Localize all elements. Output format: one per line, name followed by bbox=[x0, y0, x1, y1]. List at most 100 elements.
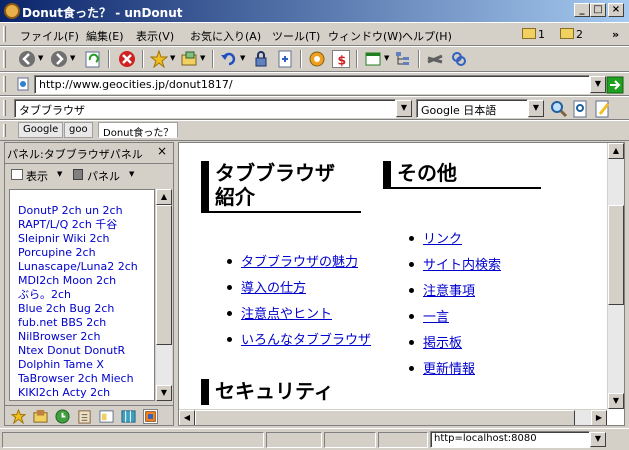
undo-dropdown-icon[interactable]: ▼ bbox=[240, 54, 245, 62]
list-item[interactable]: MDI2ch Moon 2ch bbox=[18, 274, 154, 288]
folder-icon[interactable] bbox=[560, 28, 574, 39]
list-item[interactable]: TaBrowser 2ch Miech bbox=[18, 372, 154, 386]
window-list-icon[interactable] bbox=[364, 50, 382, 68]
tab-goo[interactable]: goo bbox=[64, 122, 93, 138]
group-icon[interactable] bbox=[180, 50, 198, 68]
menu-edit[interactable]: 編集(E) bbox=[86, 28, 124, 44]
back-icon[interactable] bbox=[18, 50, 36, 68]
window-list-dropdown-icon[interactable]: ▼ bbox=[384, 54, 389, 62]
forward-dropdown-icon[interactable]: ▼ bbox=[70, 54, 75, 62]
panel-icon[interactable] bbox=[73, 169, 83, 180]
history-icon[interactable] bbox=[55, 409, 70, 424]
link-comment[interactable]: 一言 bbox=[423, 306, 449, 325]
list-item[interactable]: DonutP 2ch un 2ch bbox=[18, 204, 154, 218]
list-item[interactable]: RAPT/L/Q 2ch 千谷 bbox=[18, 218, 154, 232]
content-vertical-scrollbar[interactable]: ▲ ▼ bbox=[607, 143, 624, 409]
scroll-left-icon[interactable]: ◀ bbox=[179, 410, 195, 425]
forward-icon[interactable] bbox=[50, 50, 68, 68]
tab-google[interactable]: Google bbox=[18, 122, 64, 138]
scroll-right-icon[interactable]: ▶ bbox=[591, 410, 607, 425]
maximize-button[interactable]: □ bbox=[590, 3, 606, 17]
chevron-more-icon[interactable]: » bbox=[612, 28, 619, 41]
search-engine-dropdown-icon[interactable]: ▼ bbox=[528, 100, 544, 117]
search-engine-select[interactable]: Google 日本語 bbox=[416, 99, 528, 118]
panel-scroll-thumb[interactable] bbox=[156, 205, 172, 345]
link-updates[interactable]: 更新情報 bbox=[423, 358, 475, 377]
favorites-dropdown-icon[interactable]: ▼ bbox=[170, 54, 175, 62]
page-refresh-icon[interactable] bbox=[276, 50, 294, 68]
tab-donut[interactable]: Donut食った？ bbox=[98, 122, 179, 139]
list-item[interactable]: Dolphin Tame X bbox=[18, 358, 154, 372]
scroll-up-icon[interactable]: ▲ bbox=[608, 143, 624, 159]
favorites-star-icon[interactable] bbox=[11, 409, 26, 424]
content-hscroll-thumb[interactable] bbox=[195, 410, 575, 425]
list-item[interactable]: KIKI2ch Acty 2ch bbox=[18, 386, 154, 400]
view-icon[interactable] bbox=[11, 169, 23, 180]
link-tips[interactable]: 注意点やヒント bbox=[241, 303, 332, 322]
scroll-up-icon[interactable]: ▲ bbox=[156, 189, 172, 205]
menu-favorites[interactable]: お気に入り(A) bbox=[190, 28, 261, 44]
close-button[interactable]: × bbox=[608, 3, 624, 17]
highlight-icon[interactable] bbox=[594, 100, 612, 118]
lock-icon[interactable] bbox=[252, 50, 270, 68]
link-various-browsers[interactable]: いろんなタブブラウザ bbox=[241, 329, 371, 348]
list-item[interactable]: Sleipnir Wiki 2ch bbox=[18, 232, 154, 246]
link-notes[interactable]: 注意事項 bbox=[423, 280, 475, 299]
back-dropdown-icon[interactable]: ▼ bbox=[38, 54, 43, 62]
proxy-dropdown-icon[interactable]: ▼ bbox=[590, 432, 606, 447]
script-panel-icon[interactable] bbox=[143, 409, 158, 424]
menu-tools[interactable]: ツール(T) bbox=[272, 28, 320, 44]
panel-dropdown-icon[interactable]: ▼ bbox=[129, 170, 134, 178]
minimize-button[interactable]: _ bbox=[574, 3, 590, 17]
menu-window[interactable]: ウィンドウ(W) bbox=[328, 28, 402, 44]
script-toggle-icon[interactable]: $ bbox=[332, 50, 350, 68]
image-toggle-icon[interactable] bbox=[308, 50, 326, 68]
list-item[interactable]: Blue 2ch Bug 2ch bbox=[18, 302, 154, 316]
pages-icon[interactable] bbox=[121, 409, 136, 424]
go-arrow-icon[interactable] bbox=[606, 76, 624, 94]
menu-file[interactable]: ファイル(F) bbox=[20, 28, 79, 44]
search-input[interactable]: タブブラウザ bbox=[14, 99, 396, 118]
link-site-search[interactable]: サイト内検索 bbox=[423, 254, 501, 273]
favorites-star-icon[interactable] bbox=[150, 50, 168, 68]
explorer-icon[interactable] bbox=[99, 409, 114, 424]
content-scroll-thumb[interactable] bbox=[608, 205, 624, 305]
link-icon[interactable] bbox=[450, 50, 468, 68]
group-dropdown-icon[interactable]: ▼ bbox=[200, 54, 205, 62]
content-horizontal-scrollbar[interactable]: ◀ ▶ bbox=[179, 409, 607, 425]
view-dropdown-icon[interactable]: ▼ bbox=[57, 170, 62, 178]
link-bbs[interactable]: 掲示板 bbox=[423, 332, 462, 351]
list-item[interactable]: fub.net BBS 2ch bbox=[18, 316, 154, 330]
stop-icon[interactable] bbox=[118, 50, 136, 68]
list-item[interactable]: Ntex Donut DonutR bbox=[18, 344, 154, 358]
clipboard-icon[interactable] bbox=[77, 409, 92, 424]
proxy-select[interactable]: http=localhost:8080 bbox=[430, 431, 590, 448]
list-item[interactable]: NilBrowser 2ch bbox=[18, 330, 154, 344]
window-tab-2[interactable]: 2 bbox=[576, 28, 583, 41]
link-links[interactable]: リンク bbox=[423, 228, 462, 247]
address-input[interactable]: http://www.geocities.jp/donut1817/ bbox=[34, 75, 590, 94]
menu-help[interactable]: ヘルプ(H) bbox=[402, 28, 452, 44]
tools-icon[interactable] bbox=[426, 50, 444, 68]
search-icon[interactable] bbox=[550, 100, 568, 118]
panel-scrollbar[interactable]: ▲ ▼ bbox=[155, 189, 172, 401]
panel-panel-button[interactable]: パネル bbox=[87, 168, 120, 184]
window-tab-1[interactable]: 1 bbox=[538, 28, 545, 41]
list-item[interactable]: Lunascape/Luna2 2ch bbox=[18, 260, 154, 274]
refresh-icon[interactable] bbox=[84, 50, 102, 68]
panel-view-button[interactable]: 表示 bbox=[26, 168, 48, 184]
list-item[interactable]: ぶら。2ch bbox=[18, 288, 154, 302]
address-dropdown-icon[interactable]: ▼ bbox=[590, 76, 606, 93]
folder-icon[interactable] bbox=[522, 28, 536, 39]
tree-icon[interactable] bbox=[394, 50, 412, 68]
undo-close-icon[interactable] bbox=[220, 50, 238, 68]
panel-close-icon[interactable]: × bbox=[157, 144, 167, 158]
search-history-dropdown-icon[interactable]: ▼ bbox=[396, 100, 412, 117]
scroll-down-icon[interactable]: ▼ bbox=[156, 385, 172, 401]
menu-view[interactable]: 表示(V) bbox=[136, 28, 174, 44]
link-installation[interactable]: 導入の仕方 bbox=[241, 277, 306, 296]
user-defined-icon[interactable] bbox=[33, 409, 48, 424]
scroll-down-icon[interactable]: ▼ bbox=[608, 393, 624, 409]
page-search-icon[interactable] bbox=[572, 100, 590, 118]
link-tabbrowser-appeal[interactable]: タブブラウザの魅力 bbox=[241, 251, 358, 270]
